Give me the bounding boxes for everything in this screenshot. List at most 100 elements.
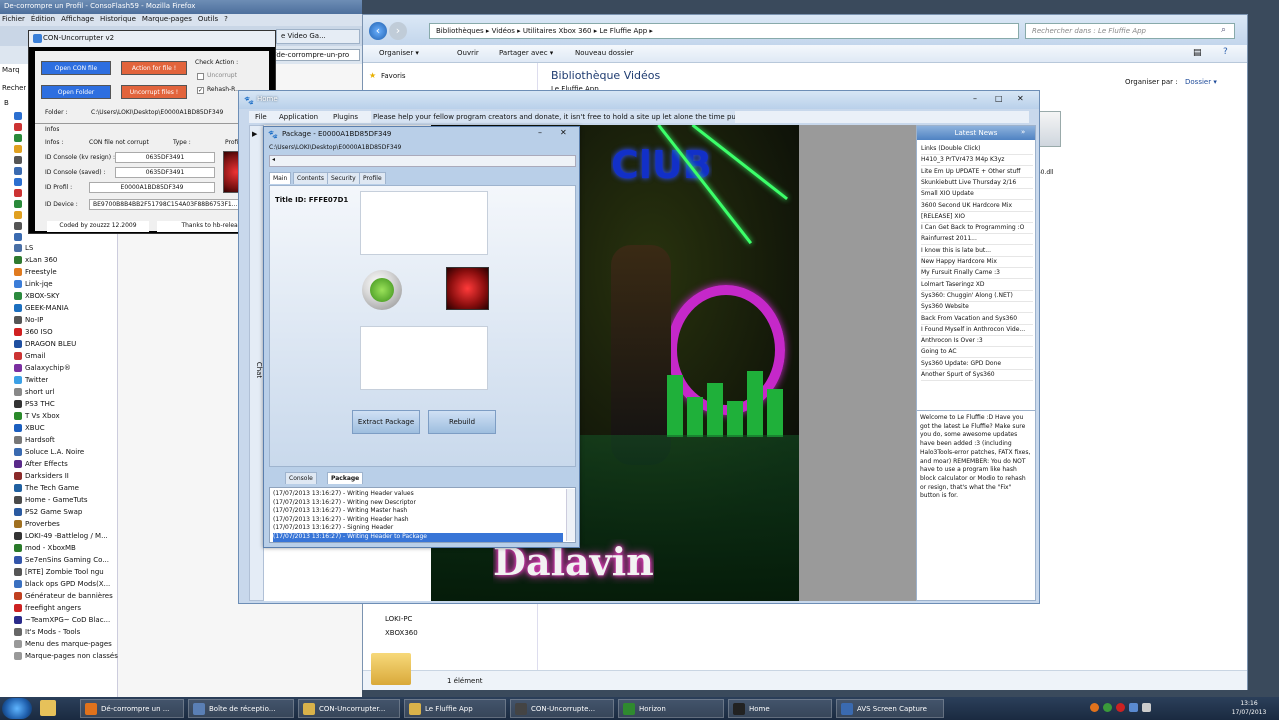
news-item[interactable]: [RELEASE] XIO <box>921 212 1033 223</box>
bookmark-item[interactable]: XBOX-SKY <box>14 290 60 302</box>
bookmark-icon[interactable] <box>14 167 22 175</box>
favorites-item[interactable]: Favoris <box>381 72 406 80</box>
bookmark-icon[interactable] <box>14 222 22 230</box>
bookmark-item[interactable]: ~TeamXPG~ CoD Blac... <box>14 614 110 626</box>
menu-fichier[interactable]: Fichier <box>2 15 25 25</box>
news-item[interactable]: Sys360 Update: GPD Done <box>921 359 1033 370</box>
bookmark-icon[interactable] <box>14 200 22 208</box>
tab-main[interactable]: Main <box>269 172 292 184</box>
folder-dropdown[interactable]: Dossier ▾ <box>1185 78 1217 86</box>
menu-plugins[interactable]: Plugins <box>333 113 358 121</box>
bookmark-item[interactable]: Freestyle <box>14 266 57 278</box>
rebuild-button[interactable]: Rebuild <box>428 410 496 434</box>
explorer-search-field[interactable]: Rechercher dans : Le Fluffie App <box>1025 23 1235 39</box>
description-box[interactable] <box>360 191 488 255</box>
id-profil-field[interactable]: E0000A1BD85DF349 <box>89 182 215 193</box>
menu-affichage[interactable]: Affichage <box>61 15 94 25</box>
menu-application[interactable]: Application <box>279 113 318 121</box>
action-for-file-button[interactable]: Action for file ! <box>121 61 187 75</box>
menu-marque-pages[interactable]: Marque-pages <box>142 15 192 25</box>
bookmark-item[interactable]: Darksiders II <box>14 470 69 482</box>
open-con-button[interactable]: Open CON file <box>41 61 111 75</box>
tray-volume-icon[interactable] <box>1142 703 1151 712</box>
info-box[interactable] <box>360 326 488 390</box>
nav-item-xbox[interactable]: XBOX360 <box>385 629 418 637</box>
minimize-icon[interactable]: – <box>538 128 542 137</box>
news-item[interactable]: Lite Em Up UPDATE + Other stuff <box>921 167 1033 178</box>
taskbar-button[interactable]: Boîte de réceptio... <box>188 699 294 718</box>
bookmark-item[interactable]: mod - XboxMB <box>14 542 76 554</box>
view-options-icon[interactable]: ▤ <box>1193 48 1202 58</box>
expand-arrow-icon[interactable]: ▶ <box>252 130 257 138</box>
scroll-left-icon[interactable]: ◂ <box>272 156 275 163</box>
menu-aide[interactable]: ? <box>224 15 228 25</box>
bookmark-item[interactable]: Link-jqe <box>14 278 53 290</box>
news-item[interactable]: H410_3 PrTVr473 M4p K3yz <box>921 155 1033 167</box>
news-item[interactable]: Back From Vacation and Sys360 <box>921 314 1033 325</box>
tab-profile[interactable]: Profile <box>359 172 386 184</box>
tray-network-icon[interactable] <box>1129 703 1138 712</box>
bookmark-icon[interactable] <box>14 189 22 197</box>
bookmark-icon[interactable] <box>14 112 22 120</box>
share-button[interactable]: Partager avec ▾ <box>499 49 553 57</box>
bookmark-item[interactable]: DRAGON BLEU <box>14 338 76 350</box>
open-button[interactable]: Ouvrir <box>457 49 479 57</box>
log-scrollbar[interactable] <box>566 489 575 541</box>
chat-sidebar[interactable]: ▶ Chat <box>249 125 264 601</box>
browser-tab[interactable]: e Video Ga... <box>276 29 360 44</box>
bookmark-item[interactable]: Hardsoft <box>14 434 55 446</box>
open-folder-button[interactable]: Open Folder <box>41 85 111 99</box>
bookmark-item[interactable]: Gmail <box>14 350 45 362</box>
back-arrow-icon[interactable]: ‹ <box>369 22 387 40</box>
start-button-icon[interactable] <box>2 698 32 719</box>
bookmark-item[interactable]: Se7enSins Gaming Co... <box>14 554 109 566</box>
taskbar-button[interactable]: Le Fluffie App <box>404 699 506 718</box>
bookmark-icon[interactable] <box>14 233 22 241</box>
path-segment[interactable]: Le Fluffie App <box>599 27 647 35</box>
bookmark-item[interactable]: Twitter <box>14 374 48 386</box>
tray-xbox-icon[interactable] <box>1103 703 1112 712</box>
bookmark-icon[interactable] <box>14 123 22 131</box>
taskbar-button[interactable]: CON-Uncorrupter... <box>298 699 400 718</box>
bookmark-item[interactable]: freefight angers <box>14 602 81 614</box>
maximize-icon[interactable]: □ <box>995 94 1003 103</box>
bookmark-item[interactable]: GEEK-MANIA <box>14 302 69 314</box>
menu-edition[interactable]: Édition <box>31 15 55 25</box>
news-item[interactable]: I Can Get Back to Programming :O <box>921 223 1033 235</box>
news-item[interactable]: I Found Myself in Anthrocon Vide... <box>921 325 1033 336</box>
bookmark-item[interactable]: T Vs Xbox <box>14 410 60 422</box>
bookmark-item[interactable]: Soluce L.A. Noire <box>14 446 84 458</box>
bookmark-item[interactable]: After Effects <box>14 458 68 470</box>
id-console-saved-field[interactable]: 0635DF3491 <box>115 167 215 178</box>
news-item[interactable]: Skunkiebutt Live Thursday 2/16 <box>921 178 1033 189</box>
bookmark-icon[interactable] <box>14 156 22 164</box>
news-item[interactable]: Small XIO Update <box>921 189 1033 201</box>
taskbar-button[interactable]: AVS Screen Capture <box>836 699 944 718</box>
bookmark-item[interactable]: Home - GameTuts <box>14 494 88 506</box>
bookmark-item[interactable]: XBUC <box>14 422 45 434</box>
path-segment[interactable]: Bibliothèques <box>436 27 484 35</box>
bookmark-item[interactable]: Générateur de bannières <box>14 590 113 602</box>
forward-arrow-icon[interactable]: › <box>389 22 407 40</box>
bookmark-item[interactable]: No-IP <box>14 314 43 326</box>
bookmark-item[interactable]: Menu des marque-pages <box>14 638 112 650</box>
menu-file[interactable]: File <box>255 113 267 121</box>
rehash-checkbox[interactable]: ✓ <box>197 87 204 94</box>
bookmark-item[interactable]: black ops GPD Mods(X... <box>14 578 110 590</box>
bookmark-item[interactable]: It's Mods - Tools <box>14 626 80 638</box>
uncorrupt-files-button[interactable]: Uncorrupt files ! <box>121 85 187 99</box>
news-item[interactable]: 3600 Second UK Hardcore Mix <box>921 201 1033 212</box>
tray-record-icon[interactable] <box>1116 703 1125 712</box>
news-item[interactable]: New Happy Hardcore Mix <box>921 257 1033 268</box>
uncorrupt-checkbox[interactable] <box>197 73 204 80</box>
bookmark-icon[interactable] <box>14 145 22 153</box>
bookmark-item[interactable]: Proverbes <box>14 518 60 530</box>
bookmarks-root[interactable]: B <box>4 99 9 107</box>
tab-security[interactable]: Security <box>327 172 360 184</box>
taskbar-button[interactable]: Home <box>728 699 832 718</box>
donate-banner[interactable]: Please help your fellow program creators… <box>371 111 735 123</box>
horizontal-scrollbar[interactable]: ◂ <box>269 155 576 167</box>
id-console-kv-field[interactable]: 0635DF3491 <box>115 152 215 163</box>
bookmark-item[interactable]: PS2 Game Swap <box>14 506 82 518</box>
bookmark-item[interactable]: LOKI-49 -Battlelog / M... <box>14 530 108 542</box>
